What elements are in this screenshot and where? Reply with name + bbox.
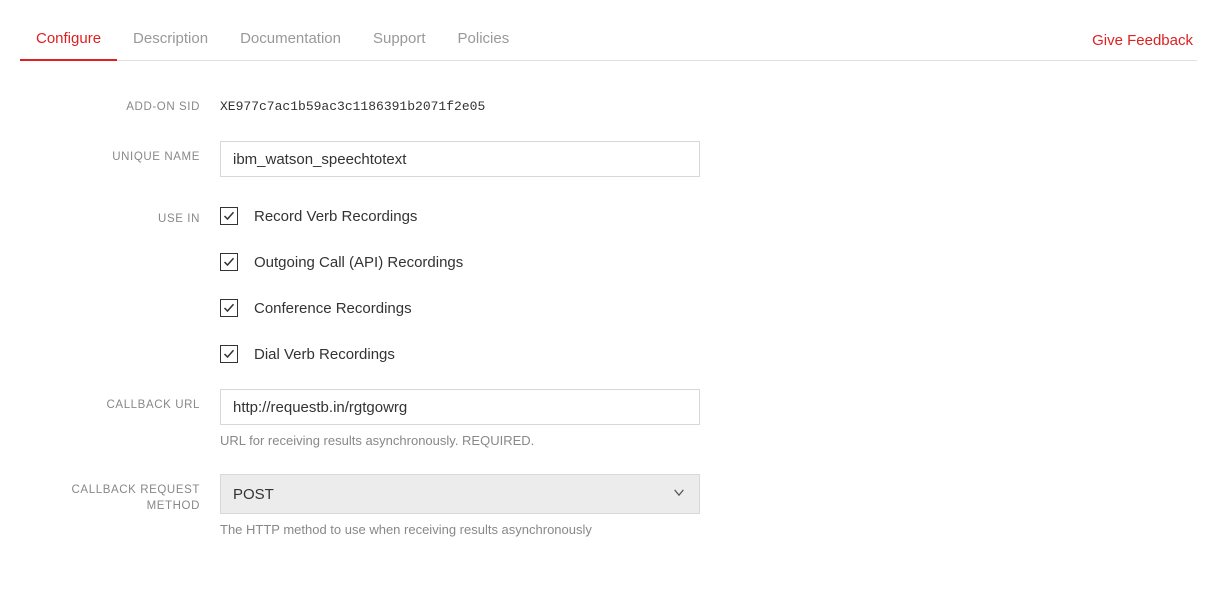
checkbox-dial-verb[interactable]: [220, 345, 238, 363]
check-icon: [223, 256, 235, 268]
give-feedback-link[interactable]: Give Feedback: [1092, 32, 1197, 49]
checkbox-row-outgoing-call: Outgoing Call (API) Recordings: [220, 253, 700, 271]
tab-support[interactable]: Support: [357, 20, 442, 61]
callback-url-helper: URL for receiving results asynchronously…: [220, 433, 700, 448]
tab-configure[interactable]: Configure: [20, 20, 117, 61]
tabs: Configure Description Documentation Supp…: [20, 20, 525, 60]
checkbox-label-record-verb: Record Verb Recordings: [254, 208, 417, 225]
tabs-bar: Configure Description Documentation Supp…: [20, 20, 1197, 61]
checkbox-conference[interactable]: [220, 299, 238, 317]
unique-name-label: UNIQUE NAME: [20, 141, 220, 165]
tab-description[interactable]: Description: [117, 20, 224, 61]
tab-documentation[interactable]: Documentation: [224, 20, 357, 61]
callback-url-label: CALLBACK URL: [20, 389, 220, 413]
use-in-checkbox-list: Record Verb Recordings Outgoing Call (AP…: [220, 203, 700, 363]
checkbox-label-dial-verb: Dial Verb Recordings: [254, 346, 395, 363]
addon-sid-label: ADD-ON SID: [20, 91, 220, 115]
check-icon: [223, 210, 235, 222]
checkbox-outgoing-call[interactable]: [220, 253, 238, 271]
check-icon: [223, 348, 235, 360]
check-icon: [223, 302, 235, 314]
checkbox-label-outgoing-call: Outgoing Call (API) Recordings: [254, 254, 463, 271]
checkbox-row-dial-verb: Dial Verb Recordings: [220, 345, 700, 363]
callback-method-value: POST: [233, 486, 274, 503]
use-in-label: USE IN: [20, 203, 220, 227]
addon-sid-value: XE977c7ac1b59ac3c1186391b2071f2e05: [220, 91, 700, 114]
checkbox-row-conference: Conference Recordings: [220, 299, 700, 317]
callback-method-select[interactable]: POST: [220, 474, 700, 514]
callback-method-helper: The HTTP method to use when receiving re…: [220, 522, 700, 537]
checkbox-label-conference: Conference Recordings: [254, 300, 412, 317]
callback-url-input[interactable]: [220, 389, 700, 425]
unique-name-input[interactable]: [220, 141, 700, 177]
checkbox-row-record-verb: Record Verb Recordings: [220, 207, 700, 225]
tab-policies[interactable]: Policies: [442, 20, 526, 61]
checkbox-record-verb[interactable]: [220, 207, 238, 225]
callback-method-label: CALLBACK REQUEST METHOD: [20, 474, 220, 514]
